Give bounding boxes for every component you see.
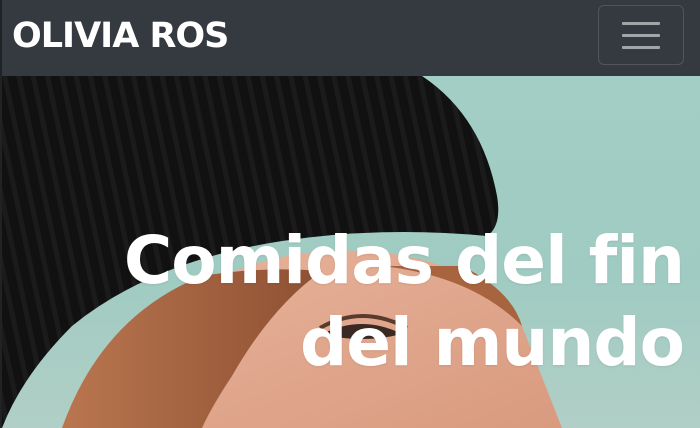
hamburger-bar (622, 21, 660, 25)
brand-logo-link[interactable]: OLIVIA ROS (12, 16, 229, 56)
hero-section: Comidas del fin del mundo (2, 76, 700, 428)
hamburger-bar (622, 33, 660, 37)
navbar-toggler-button[interactable] (598, 5, 684, 65)
hamburger-menu-icon (622, 21, 660, 49)
hero-title-line2: del mundo (300, 304, 685, 381)
hero-title: Comidas del fin del mundo (104, 220, 685, 384)
hero-title-line1: Comidas del fin (123, 222, 685, 299)
hamburger-bar (622, 45, 660, 49)
page: OLIVIA ROS Comidas del fin del mundo (0, 0, 700, 428)
navbar: OLIVIA ROS (2, 0, 700, 76)
